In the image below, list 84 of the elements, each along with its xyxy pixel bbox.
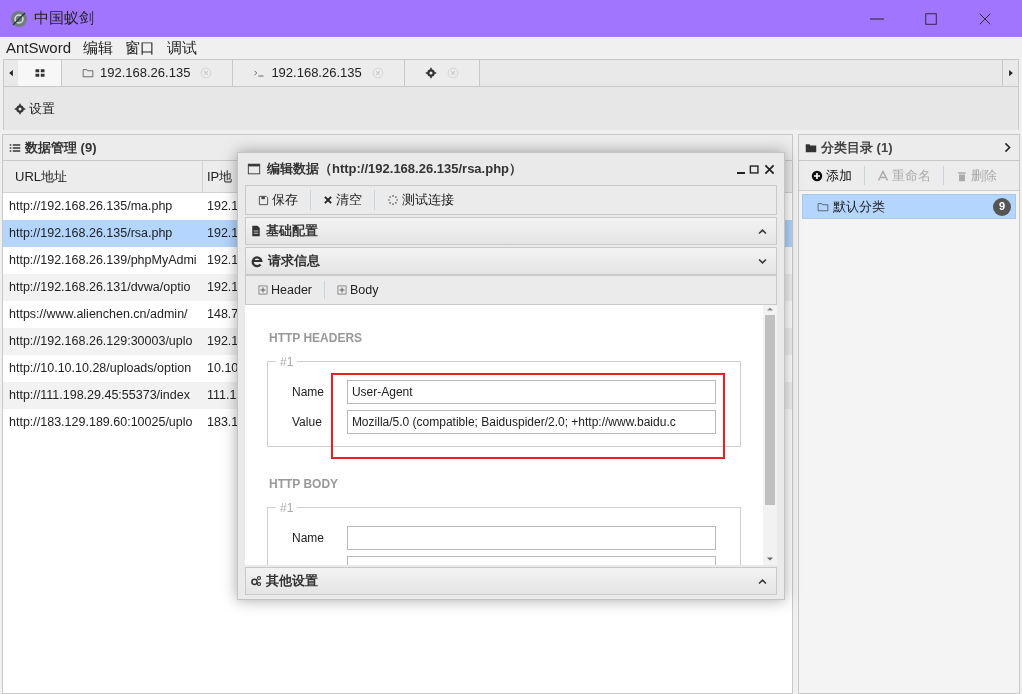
section-title: 请求信息 [268,252,320,271]
folder-icon [817,200,829,213]
table-cell-text: http://192.168.26.135/rsa.php [8,225,174,242]
gear-icon [14,102,26,115]
field-label: Value [292,414,323,431]
toolbar-button[interactable]: 保存 [246,190,310,210]
section-heading: HTTP HEADERS [269,330,364,347]
plus-circle-icon [811,169,823,182]
table-cell-text: 10.10 [206,360,237,377]
letter-icon [877,169,889,182]
section-title: 其他设置 [266,572,318,591]
accordion-header[interactable]: 基础配置 [245,217,777,245]
tab[interactable] [18,60,62,86]
table-cell-text: 192.1 [206,198,237,215]
table-cell-text: http://111.198.29.45:55373/index [8,387,191,404]
close-icon [371,67,384,79]
plus-box-icon [337,285,347,295]
spinner-icon [387,194,399,206]
window-title: 中国蚁剑 [34,8,94,29]
folder-icon [805,141,817,154]
grid-icon [33,67,46,79]
toolbar-button[interactable]: 添加 [799,165,864,186]
column-header[interactable]: URL地址 [3,161,203,192]
tab-button[interactable]: Body [324,280,391,300]
toolbar-button[interactable]: 测试连接 [374,190,466,210]
table-cell-text: 192.1 [206,279,237,296]
gear-icon [424,67,437,79]
category-item[interactable]: 默认分类 9 [802,194,1016,219]
table-cell-text: http://192.168.26.129:30003/uplo [8,333,194,350]
list-icon [9,141,21,154]
table-cell-text: 148.7 [206,306,237,323]
close-icon [200,67,213,79]
input-field[interactable] [346,526,716,550]
table-cell-text: 192.1 [206,225,237,242]
close-icon [323,195,333,205]
field-label: Name [292,384,325,401]
menu-item[interactable]: 编辑 [83,36,114,60]
chevron-right-icon [1002,142,1013,153]
table-cell-text: 111.1 [206,387,237,404]
section-heading: HTTP BODY [269,476,340,493]
close-icon [978,11,992,26]
section-title: 基础配置 [266,222,318,241]
document-icon [250,225,262,237]
accordion-header[interactable]: 请求信息 [245,247,777,275]
maximize-icon [749,163,760,175]
folder-icon [82,67,94,79]
table-cell-text: 192.1 [206,252,237,269]
minimize-icon [870,17,884,20]
panel-title: 数据管理 (9) [25,138,97,157]
menu-item[interactable]: 调试 [167,36,198,60]
dialog-title: 编辑数据（http://192.168.26.135/rsa.php） [267,160,523,179]
save-icon [258,194,269,206]
table-cell-text: 183.1 [206,414,237,431]
plus-box-icon [258,285,268,295]
table-cell-text: https://www.alienchen.cn/admin/ [8,306,189,323]
input-field[interactable]: User-Agent [346,380,716,404]
table-cell-text: http://192.168.26.131/dvwa/optio [8,279,192,296]
app-logo-icon [10,9,28,28]
scroll-down-icon [766,555,774,563]
minimize-icon [737,171,745,174]
accordion-header[interactable]: 其他设置 [245,567,777,595]
table-cell-text: http://192.168.26.135/ma.php [8,198,174,215]
close-icon [764,163,775,175]
table-cell-text: http://10.10.10.28/uploads/option [8,360,193,377]
menu-item[interactable]: 窗口 [125,36,156,60]
table-cell-text: 192.1 [206,333,237,350]
input-field[interactable]: Mozilla/5.0 (compatible; Baiduspider/2.0; +http://www.baidu.c [346,410,716,434]
column-header[interactable]: IP地 [203,161,237,192]
toolbar-button[interactable]: 清空 [310,190,374,210]
tab-button[interactable]: Header [246,280,324,300]
maximize-icon [924,11,938,26]
menu-item[interactable]: AntSword [6,36,72,60]
table-cell-text: http://183.129.189.60:10025/uplo [8,414,194,431]
gears-icon [250,575,262,587]
close-icon [446,67,459,79]
field-label: Name [292,530,325,547]
browser-e-icon [250,254,264,268]
settings-button[interactable]: 设置 [14,98,55,119]
window-icon [247,162,261,176]
scrollbar[interactable] [763,305,777,565]
table-cell-text: http://192.168.26.139/phpMyAdmi [8,252,198,269]
trash-icon [956,169,968,182]
panel-title: 分类目录 (1) [821,138,893,157]
count-badge: 9 [993,197,1011,216]
